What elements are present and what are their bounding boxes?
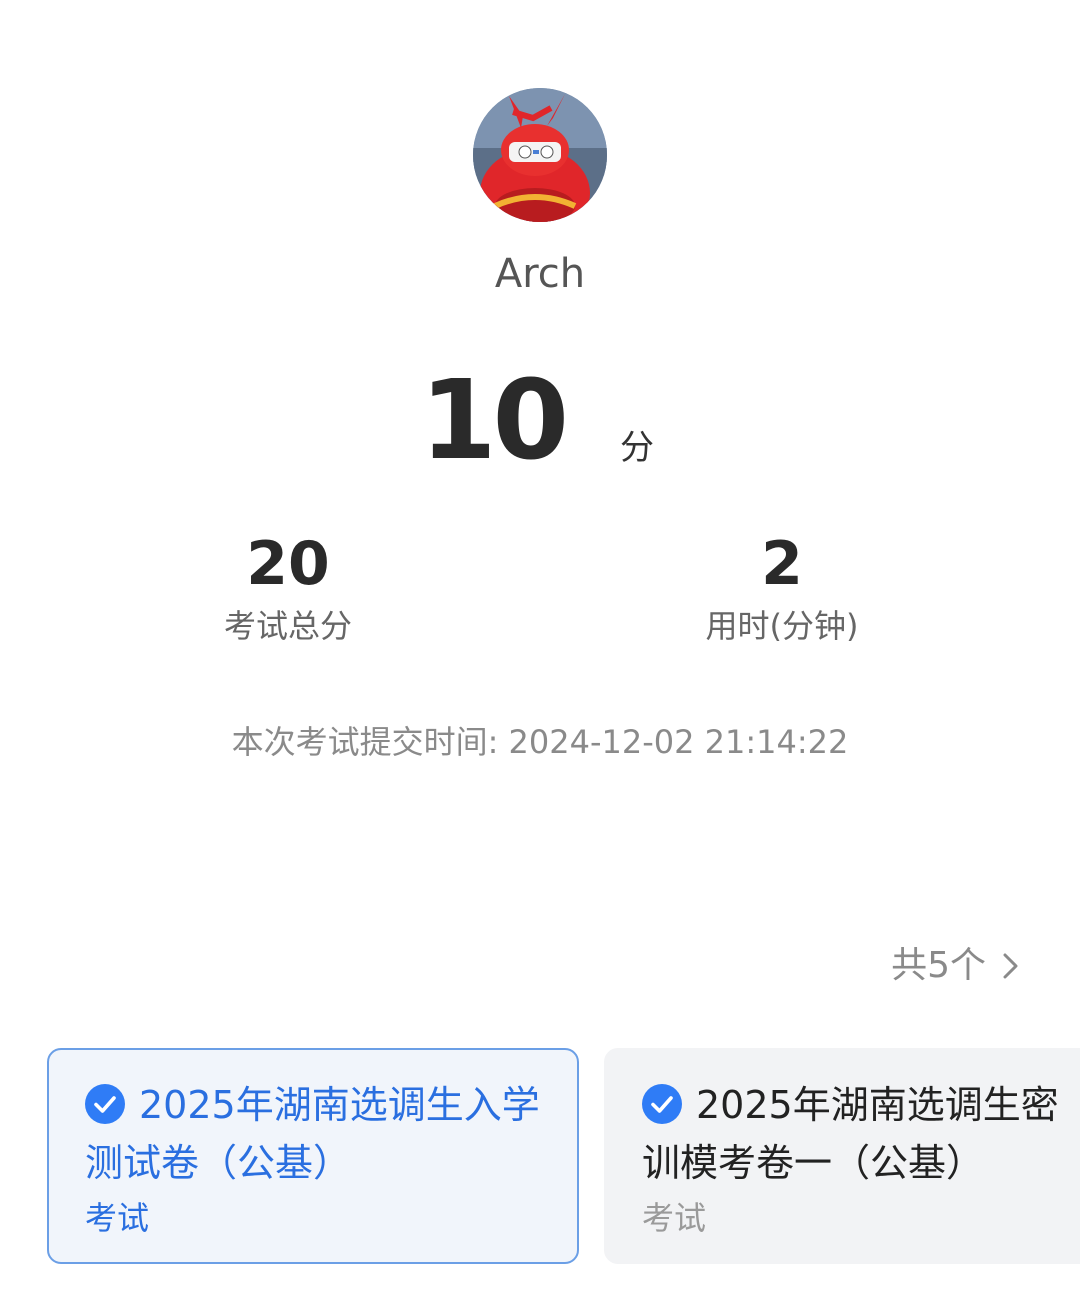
exam-card-1[interactable]: 2025年湖南选调生入学测试卷（公基） 考试	[47, 1048, 579, 1264]
total-score-stat: 20 考试总分	[138, 528, 438, 648]
exam-card-2[interactable]: 2025年湖南选调生密训模考卷一（公基） 考试	[604, 1048, 1080, 1264]
exam-count-label: 共5个	[891, 945, 986, 986]
score-value: 10	[420, 356, 569, 484]
duration-label: 用时(分钟)	[705, 607, 859, 645]
score-unit: 分	[620, 428, 654, 468]
total-score-label: 考试总分	[223, 607, 352, 645]
exam-card-type: 考试	[85, 1199, 150, 1237]
duration-value: 2	[761, 529, 803, 599]
submit-time: 本次考试提交时间: 2024-12-02 21:14:22	[231, 723, 849, 761]
username: Arch	[494, 251, 586, 297]
exam-card-title: 2025年湖南选调生密训模考卷一（公基）	[642, 1076, 1068, 1192]
duration-stat: 2 用时(分钟)	[632, 528, 932, 648]
check-circle-icon	[642, 1084, 682, 1124]
exam-count-link[interactable]: 共5个	[891, 942, 1022, 990]
avatar-image	[473, 88, 607, 222]
exam-card-title-text: 2025年湖南选调生入学测试卷（公基）	[85, 1083, 540, 1185]
avatar[interactable]	[473, 88, 607, 222]
exam-card-type: 考试	[642, 1199, 707, 1237]
total-score-value: 20	[246, 529, 330, 599]
chevron-right-icon	[1003, 953, 1018, 979]
exam-card-title-text: 2025年湖南选调生密训模考卷一（公基）	[642, 1083, 1059, 1185]
check-circle-icon	[85, 1084, 125, 1124]
exam-card-title: 2025年湖南选调生入学测试卷（公基）	[85, 1076, 543, 1192]
